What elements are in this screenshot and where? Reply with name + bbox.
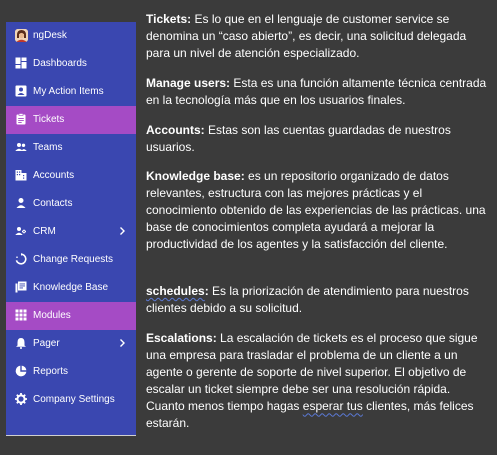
sidebar-item-label: Accounts (33, 170, 75, 181)
sidebar-item-company-settings[interactable]: Company Settings (6, 386, 136, 414)
term-label: Accounts: (146, 123, 205, 137)
clipboard-icon (15, 113, 27, 125)
sidebar-item-label: Modules (33, 310, 71, 321)
chevron-right-icon[interactable] (117, 337, 127, 349)
term-label: Tickets: (146, 12, 192, 26)
sidebar-item-label: Teams (33, 142, 63, 153)
sidebar-item-crm[interactable]: CRM (6, 218, 136, 246)
refresh-circle-icon (15, 253, 27, 265)
sidebar-item-teams[interactable]: Teams (6, 134, 136, 162)
term-label: Escalations: (146, 331, 217, 345)
sidebar-bottom-divider (6, 435, 136, 436)
contact-card-icon (15, 85, 27, 97)
sidebar-app-header[interactable]: ngDesk (6, 22, 136, 50)
person-icon (15, 197, 27, 209)
gear-icon (15, 393, 27, 405)
sidebar-item-label: Change Requests (33, 254, 114, 265)
glossary-entry-knowledge-base: Knowledge base: es un repositorio organi… (146, 168, 491, 253)
sidebar-item-dashboards[interactable]: Dashboards (6, 50, 136, 78)
grid-icon (15, 309, 27, 321)
sidebar-nav: ngDesk Dashboards My Action Items Ticket… (6, 22, 136, 435)
glossary-entry-accounts: Accounts: Estas son las cuentas guardada… (146, 122, 491, 156)
sidebar-item-change-requests[interactable]: Change Requests (6, 246, 136, 274)
sidebar-item-label: Dashboards (33, 58, 87, 69)
sidebar-item-label: Company Settings (33, 394, 115, 405)
sidebar-item-label: My Action Items (33, 86, 104, 97)
sidebar-item-knowledge-base[interactable]: Knowledge Base (6, 274, 136, 302)
people-icon (15, 141, 27, 153)
building-icon (15, 169, 27, 181)
glossary-entry-escalations: Escalations: La escalación de tickets es… (146, 330, 491, 433)
sidebar-item-modules[interactable]: Modules (6, 302, 136, 330)
dashboard-icon (15, 57, 27, 69)
glossary-entry-schedules: schedules: Es la priorización de atendim… (146, 283, 491, 317)
sidebar-item-my-action-items[interactable]: My Action Items (6, 78, 136, 106)
term-label: Knowledge base: (146, 169, 245, 183)
people-network-icon (15, 225, 27, 237)
sidebar-item-contacts[interactable]: Contacts (6, 190, 136, 218)
sidebar-item-label: Knowledge Base (33, 282, 109, 293)
glossary-entry-manage-users: Manage users: Esta es una función altame… (146, 75, 491, 109)
sidebar-item-reports[interactable]: Reports (6, 358, 136, 386)
spellcheck-underlined-text: esperar tus (302, 399, 363, 414)
app-name: ngDesk (33, 30, 67, 41)
term-description: Es lo que en el lenguaje de customer ser… (146, 12, 467, 61)
sidebar-item-accounts[interactable]: Accounts (6, 162, 136, 190)
term-label: schedules (146, 284, 205, 298)
book-icon (15, 281, 27, 293)
sidebar-item-label: Contacts (33, 198, 73, 209)
sidebar-item-label: Pager (33, 338, 60, 349)
sidebar-item-label: CRM (33, 226, 56, 237)
sidebar-item-label: Reports (33, 366, 69, 377)
avatar (15, 29, 28, 42)
sidebar-item-tickets[interactable]: Tickets (6, 106, 136, 134)
glossary-entry-tickets: Tickets: Es lo que en el lenguaje de cus… (146, 11, 491, 62)
sidebar-item-pager[interactable]: Pager (6, 330, 136, 358)
chevron-right-icon[interactable] (117, 225, 127, 237)
pie-chart-icon (15, 365, 27, 377)
term-label: Manage users: (146, 76, 231, 90)
sidebar-item-label: Tickets (33, 114, 65, 125)
bell-icon (15, 337, 27, 349)
